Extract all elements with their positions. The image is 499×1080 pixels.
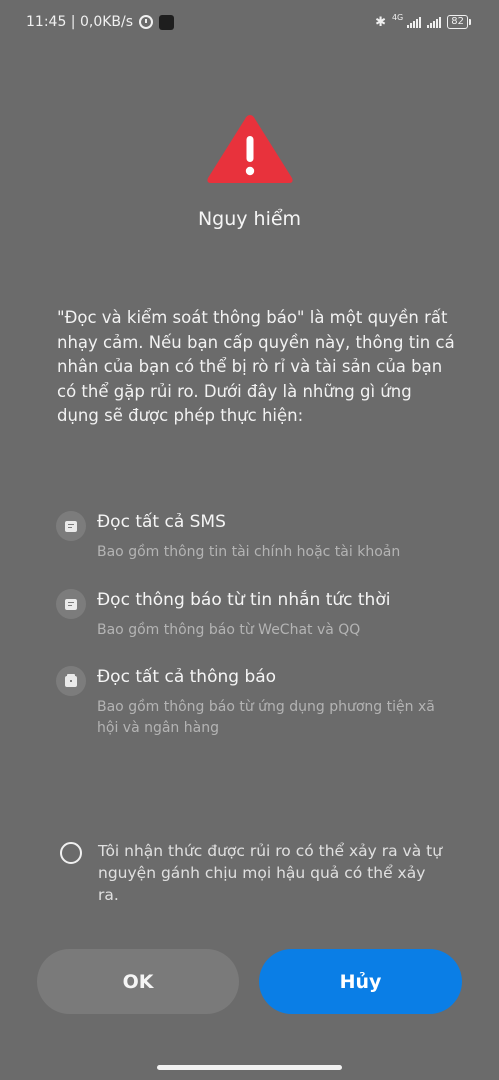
signal-icon-sim1	[407, 16, 422, 28]
warning-icon	[205, 112, 295, 186]
ok-button[interactable]: OK	[37, 949, 239, 1014]
bag-icon	[56, 666, 86, 696]
network-type: 4G	[391, 12, 404, 22]
permission-subtitle: Bao gồm thông báo từ ứng dụng phương tiệ…	[97, 699, 435, 736]
chat-notification-icon	[56, 589, 86, 619]
acknowledge-radio[interactable]	[60, 842, 82, 864]
battery-icon: 82	[447, 15, 471, 29]
status-right: ✱ 4G 82	[375, 12, 471, 30]
dialog-description: "Đọc và kiểm soát thông báo" là một quyề…	[57, 308, 455, 425]
cancel-button[interactable]: Hủy	[259, 949, 462, 1014]
battery-level: 82	[447, 15, 468, 29]
permission-subtitle: Bao gồm thông tin tài chính hoặc tài kho…	[97, 544, 401, 560]
permission-title: Đọc tất cả thông báo	[97, 667, 277, 687]
permission-title: Đọc tất cả SMS	[97, 512, 226, 532]
dialog-title: Nguy hiểm	[197, 208, 302, 230]
permission-title: Đọc thông báo từ tin nhắn tức thời	[97, 590, 391, 610]
message-icon	[56, 511, 86, 541]
signal-icon-sim2	[427, 16, 442, 28]
time-and-speed: 11:45 | 0,0KB/s	[26, 14, 134, 30]
home-indicator[interactable]	[157, 1065, 342, 1070]
bluetooth-icon: ✱	[375, 14, 386, 30]
permission-subtitle: Bao gồm thông báo từ WeChat và QQ	[97, 622, 361, 638]
status-bar: 11:45 | 0,0KB/s ✱ 4G 82	[0, 0, 499, 44]
alarm-icon	[139, 15, 154, 29]
app-notification-icon	[159, 14, 175, 30]
acknowledge-text: Tôi nhận thức được rủi ro có thể xảy ra …	[98, 842, 443, 904]
status-left: 11:45 | 0,0KB/s	[26, 14, 175, 30]
